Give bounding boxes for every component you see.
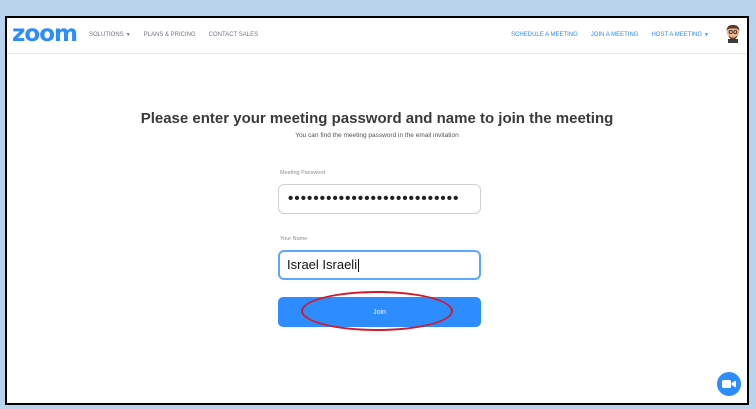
zoom-logo[interactable]: zoom [12,22,78,46]
name-label: Your Name [280,236,308,242]
browser-frame: zoom SOLUTIONS ▼ PLANS & PRICING CONTACT … [5,16,749,405]
chevron-down-icon: ▼ [704,32,709,38]
text-cursor [358,259,360,273]
nav-plans-pricing[interactable]: PLANS & PRICING [144,30,196,40]
video-camera-icon [722,380,736,388]
top-navbar: zoom SOLUTIONS ▼ PLANS & PRICING CONTACT … [7,18,747,54]
chevron-down-icon: ▼ [125,32,131,38]
nav-solutions[interactable]: SOLUTIONS ▼ [89,30,131,40]
join-button[interactable]: Join [278,297,481,327]
user-avatar[interactable] [725,24,741,43]
meeting-password-input[interactable]: ••••••••••••••••••••••••••• [278,184,481,214]
page-title: Please enter your meeting password and n… [140,110,614,127]
nav-host-meeting[interactable]: HOST A MEETING ▼ [651,30,709,40]
your-name-input[interactable]: Israel Israeli [278,250,481,280]
nav-contact-sales[interactable]: CONTACT SALES [209,30,258,40]
name-input-value: Israel Israeli [287,257,358,272]
nav-join-meeting[interactable]: JOIN A MEETING [591,30,639,40]
video-camera-button[interactable] [717,372,741,396]
password-label: Meeting Password [280,170,326,176]
nav-schedule-meeting[interactable]: SCHEDULE A MEETING [511,30,578,40]
page-subtitle: You can find the meeting password in the… [295,132,459,139]
nav-right: SCHEDULE A MEETING JOIN A MEETING HOST A… [511,30,709,40]
nav-left: SOLUTIONS ▼ PLANS & PRICING CONTACT SALES [89,30,258,40]
